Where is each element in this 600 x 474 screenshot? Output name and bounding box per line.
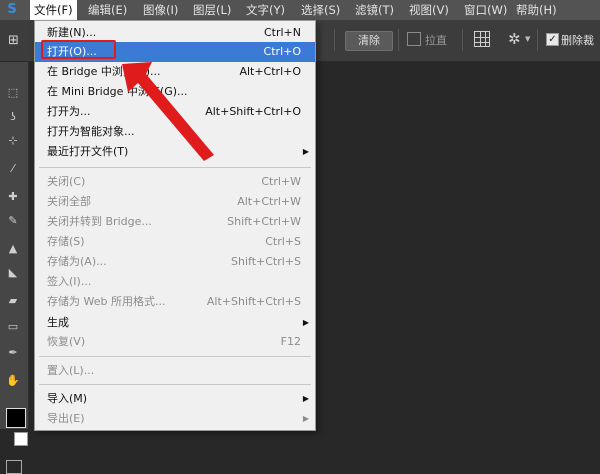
menu-item-open-as[interactable]: 打开为... Alt+Shift+Ctrl+O [35, 102, 315, 122]
menu-item-shortcut: Alt+Shift+Ctrl+S [206, 295, 301, 308]
menu-window[interactable]: 窗口(W) [460, 0, 511, 20]
menu-item-shortcut: Shift+Ctrl+W [227, 215, 301, 228]
menu-help[interactable]: 帮助(H) [512, 0, 561, 20]
gear-icon[interactable]: ✲ [508, 30, 521, 48]
crop-tool-icon[interactable]: ⊞ [8, 33, 19, 48]
history-brush-icon[interactable]: ◣ [6, 266, 20, 280]
straighten-icon [407, 32, 421, 46]
menu-item-shortcut: Ctrl+S [265, 235, 301, 248]
menu-filter[interactable]: 滤镜(T) [351, 0, 398, 20]
menu-item-browse-bridge[interactable]: 在 Bridge 中浏览(B)... Alt+Ctrl+O [35, 62, 315, 82]
menu-item-shortcut: Alt+Ctrl+W [237, 195, 301, 208]
menu-item-label: 置入(L)... [47, 364, 95, 377]
menu-divider [39, 384, 311, 385]
menu-item-close-go-bridge: 关闭并转到 Bridge... Shift+Ctrl+W [35, 212, 315, 232]
menu-item-import[interactable]: 导入(M) ▶ [35, 389, 315, 409]
menu-item-close-all: 关闭全部 Alt+Ctrl+W [35, 192, 315, 212]
brush-tool-icon[interactable]: ✎ [6, 214, 20, 228]
pen-tool-icon[interactable]: ✒ [6, 346, 20, 360]
clear-button[interactable]: 清除 [345, 31, 393, 51]
menu-item-label: 关闭全部 [47, 195, 91, 208]
menu-item-shortcut: Ctrl+W [261, 175, 301, 188]
menu-item-open-smart-object[interactable]: 打开为智能对象... [35, 122, 315, 142]
menu-item-shortcut: Shift+Ctrl+S [231, 255, 301, 268]
menu-layer[interactable]: 图层(L) [189, 0, 235, 20]
menu-item-revert: 恢复(V) F12 [35, 332, 315, 352]
menu-item-label: 存储(S) [47, 235, 85, 248]
menu-item-label: 签入(I)... [47, 275, 92, 288]
menu-item-shortcut: Ctrl+N [263, 26, 301, 39]
menu-item-label: 最近打开文件(T) [47, 145, 129, 158]
submenu-arrow-icon: ▶ [302, 394, 309, 403]
options-separator [462, 29, 463, 51]
menu-bar: S 文件(F) 编辑(E) 图像(I) 图层(L) 文字(Y) 选择(S) 滤镜… [0, 0, 600, 21]
menu-item-label: 导入(M) [47, 392, 88, 405]
quick-mask-icon[interactable] [6, 460, 22, 474]
menu-image[interactable]: 图像(I) [139, 0, 182, 20]
photoshop-logo: S [7, 2, 17, 17]
options-separator [398, 29, 399, 51]
menu-file[interactable]: 文件(F) [30, 0, 77, 20]
menu-item-label: 在 Mini Bridge 中浏览(G)... [47, 85, 188, 98]
menu-select[interactable]: 选择(S) [297, 0, 344, 20]
straighten-button[interactable]: 拉直 [407, 32, 447, 48]
stamp-tool-icon[interactable]: ▲ [6, 242, 20, 256]
menu-type[interactable]: 文字(Y) [242, 0, 289, 20]
gradient-tool-icon[interactable]: ▭ [6, 320, 20, 334]
menu-item-save: 存储(S) Ctrl+S [35, 232, 315, 252]
options-separator [334, 29, 335, 51]
menu-item-label: 在 Bridge 中浏览(B)... [47, 65, 161, 78]
straighten-label: 拉直 [425, 34, 447, 47]
healing-tool-icon[interactable]: ✚ [6, 190, 20, 204]
menu-item-label: 打开为智能对象... [47, 125, 135, 138]
submenu-arrow-icon: ▶ [302, 147, 309, 156]
hand-tool-icon[interactable]: ✋ [6, 374, 20, 388]
tools-panel: ⬚ ʖ ⊹ ⁄ ✚ ✎ ▲ ◣ ▰ ▭ ✒ ✋ [0, 62, 29, 474]
submenu-arrow-icon: ▶ [302, 414, 309, 423]
menu-item-label: 导出(E) [47, 412, 85, 425]
menu-item-shortcut: F12 [280, 335, 301, 348]
menu-item-label: 恢复(V) [47, 335, 86, 348]
background-color-swatch[interactable] [14, 432, 28, 446]
menu-item-browse-mini-bridge[interactable]: 在 Mini Bridge 中浏览(G)... [35, 82, 315, 102]
delete-cropped-checkbox[interactable]: ✓ [546, 33, 559, 46]
menu-item-label: 打开为... [47, 105, 91, 118]
eraser-tool-icon[interactable]: ▰ [6, 294, 20, 308]
menu-item-shortcut: Alt+Shift+Ctrl+O [205, 105, 301, 118]
grid-overlay-icon[interactable] [474, 31, 490, 47]
menu-item-save-for-web: 存储为 Web 所用格式... Alt+Shift+Ctrl+S [35, 292, 315, 312]
menu-item-shortcut: Ctrl+O [263, 45, 301, 58]
lasso-tool-icon[interactable]: ʖ [6, 110, 20, 124]
eyedropper-tool-icon[interactable]: ⁄ [6, 162, 20, 176]
submenu-arrow-icon: ▶ [302, 318, 309, 327]
menu-item-check-in: 签入(I)... [35, 272, 315, 292]
chevron-down-icon[interactable]: ▼ [525, 35, 530, 43]
menu-item-close: 关闭(C) Ctrl+W [35, 172, 315, 192]
menu-divider [39, 356, 311, 357]
file-menu-dropdown: 新建(N)... Ctrl+N 打开(O)... Ctrl+O 在 Bridge… [34, 20, 316, 431]
menu-item-place: 置入(L)... [35, 361, 315, 381]
menu-item-label: 关闭(C) [47, 175, 86, 188]
menu-divider [39, 167, 311, 168]
menu-item-label: 存储为(A)... [47, 255, 107, 268]
delete-cropped-label: 删除裁 [561, 34, 594, 47]
menu-edit[interactable]: 编辑(E) [84, 0, 131, 20]
crop-tool-icon[interactable]: ⊹ [6, 134, 20, 148]
menu-item-export[interactable]: 导出(E) ▶ [35, 409, 315, 429]
options-separator [537, 29, 538, 51]
menu-view[interactable]: 视图(V) [405, 0, 453, 20]
foreground-color-swatch[interactable] [6, 408, 26, 428]
menu-item-label: 生成 [47, 316, 69, 329]
menu-item-recent-files[interactable]: 最近打开文件(T) ▶ [35, 142, 315, 162]
menu-item-shortcut: Alt+Ctrl+O [239, 65, 301, 78]
menu-item-label: 关闭并转到 Bridge... [47, 215, 152, 228]
menu-item-save-as: 存储为(A)... Shift+Ctrl+S [35, 252, 315, 272]
marquee-tool-icon[interactable]: ⬚ [6, 86, 20, 100]
annotation-highlight-box [41, 40, 116, 59]
menu-item-generate[interactable]: 生成 ▶ [35, 313, 315, 333]
menu-item-label: 存储为 Web 所用格式... [47, 295, 166, 308]
